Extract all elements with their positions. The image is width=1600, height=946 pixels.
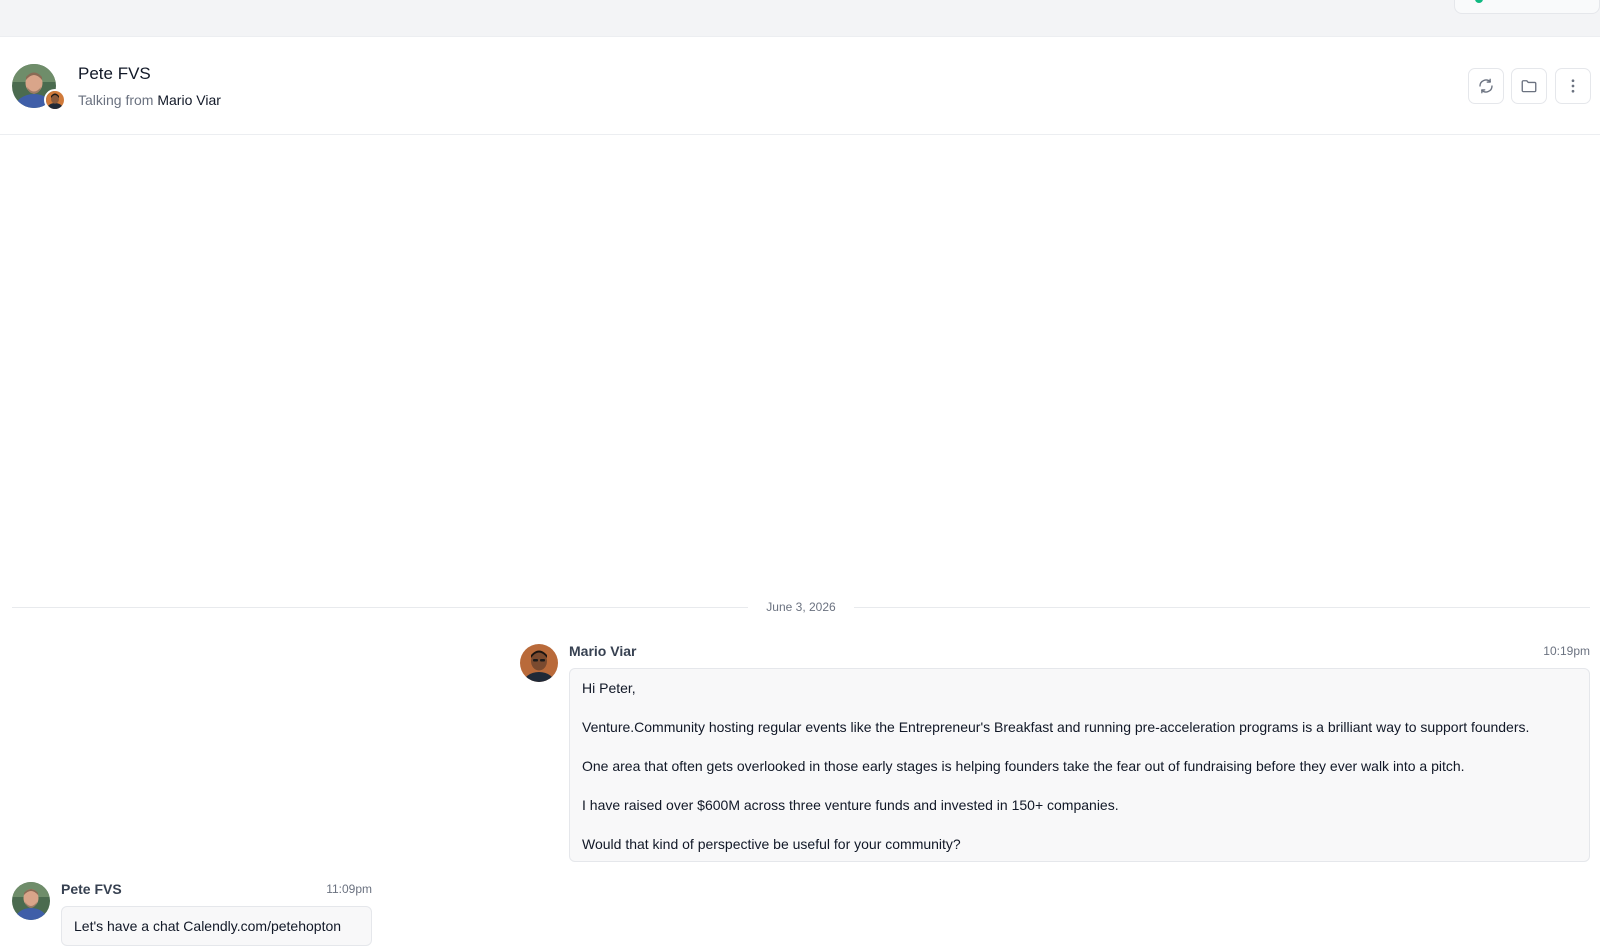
mario-viar-avatar[interactable] [520,644,558,682]
talking-from-label: Talking from [78,92,154,108]
date-divider-left [12,607,748,608]
pete-fvs-avatar[interactable] [12,882,50,920]
message-bubble: Let's have a chat Calendly.com/petehopto… [61,906,372,946]
folder-icon [1520,77,1538,95]
status-pill[interactable] [1454,0,1600,14]
more-vertical-icon [1564,77,1582,95]
talking-from-account[interactable]: Mario Viar [157,92,221,108]
message-sender-name: Pete FVS [61,881,122,897]
message-paragraph: Would that kind of perspective be useful… [582,836,961,852]
message-timestamp: 11:09pm [326,882,372,896]
message-paragraph: Let's have a chat Calendly.com/petehopto… [74,918,342,934]
message-bubble: Hi Peter, Venture.Community hosting regu… [569,668,1590,862]
message-sender-name: Mario Viar [569,643,637,659]
folder-button[interactable] [1511,68,1547,104]
status-dot-icon [1475,0,1483,3]
sender-avatar-small [44,89,66,111]
sync-button[interactable] [1468,68,1504,104]
message-paragraph: Venture.Community hosting regular events… [582,719,1530,735]
message-paragraph: Hi Peter, [582,680,636,696]
contact-name: Pete FVS [78,64,151,83]
talking-from: Talking from Mario Viar [78,92,221,108]
top-bar [0,0,1600,37]
message-paragraph: One area that often gets overlooked in t… [582,758,1465,774]
date-separator: June 3, 2026 [766,600,836,614]
message-timestamp: 10:19pm [1543,644,1590,658]
conversation-header: Pete FVS Talking from Mario Viar [0,37,1600,135]
date-divider-right [854,607,1590,608]
refresh-icon [1477,77,1495,95]
message-paragraph: I have raised over $600M across three ve… [582,797,1119,813]
more-options-button[interactable] [1555,68,1591,104]
